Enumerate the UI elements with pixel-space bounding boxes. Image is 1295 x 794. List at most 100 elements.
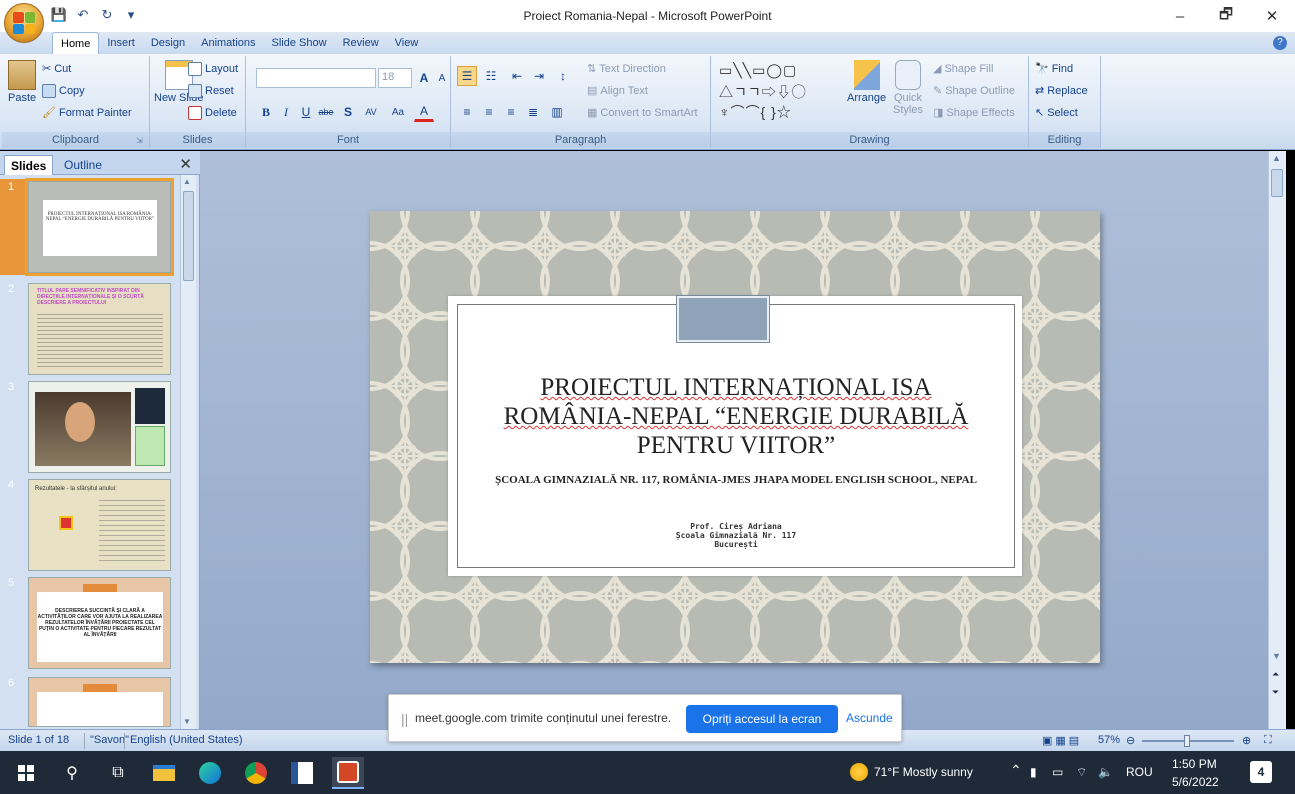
undo-icon[interactable]: ↶ — [74, 6, 92, 24]
start-button[interactable] — [10, 757, 42, 789]
find-button[interactable]: 🔭 Find — [1035, 62, 1073, 76]
word-icon[interactable] — [286, 757, 318, 789]
font-size-combo[interactable]: 18 — [378, 68, 412, 88]
hide-button[interactable]: Ascunde — [846, 711, 893, 725]
convert-smartart-button[interactable]: ▦ Convert to SmartArt — [587, 106, 698, 120]
close-button[interactable]: ✕ — [1249, 0, 1295, 32]
redo-icon[interactable]: ↻ — [98, 6, 116, 24]
slide-subtitle[interactable]: ȘCOALA GIMNAZIALĂ NR. 117, ROMÂNIA-JMES … — [460, 474, 1012, 486]
scroll-down-icon[interactable]: ▼ — [1272, 651, 1281, 661]
paste-button[interactable]: Paste — [8, 60, 36, 104]
scroll-thumb[interactable] — [1271, 169, 1283, 197]
chevron-up-icon[interactable]: ⌃ — [1010, 762, 1022, 779]
scroll-up-icon[interactable]: ▲ — [183, 177, 194, 187]
justify-button[interactable]: ≣ — [523, 102, 543, 122]
previous-slide-icon[interactable]: ⏶ — [1272, 669, 1279, 680]
tab-view[interactable]: View — [387, 32, 427, 54]
language-tray[interactable]: ROU — [1126, 765, 1153, 779]
search-icon[interactable]: ⚲ — [56, 757, 88, 789]
replace-button[interactable]: ⇄ Replace — [1035, 84, 1088, 98]
zoom-slider-thumb[interactable] — [1184, 735, 1190, 747]
close-icon[interactable]: ✕ — [179, 155, 192, 173]
shapes-gallery-row3[interactable]: ♆⌒⌒{ }☆ — [719, 102, 792, 122]
usb-icon[interactable]: ▮ — [1030, 765, 1037, 779]
shapes-gallery-row2[interactable]: △ㄱㄱ⇨⇩◯ — [719, 82, 807, 102]
delete-button[interactable]: Delete — [188, 106, 237, 120]
select-button[interactable]: ↖ Select — [1035, 106, 1078, 120]
office-button[interactable] — [4, 3, 44, 43]
format-painter-button[interactable]: 🖌 Format Painter — [42, 106, 132, 120]
arrange-button[interactable]: Arrange — [847, 60, 886, 104]
scroll-thumb[interactable] — [183, 191, 194, 281]
battery-icon[interactable]: ▭ — [1052, 765, 1063, 779]
tab-outline[interactable]: Outline — [58, 155, 108, 175]
powerpoint-taskbar-icon[interactable] — [332, 757, 364, 789]
bullets-button[interactable]: ☰ — [457, 66, 477, 86]
align-center-button[interactable]: ≡ — [479, 102, 499, 122]
underline-button[interactable]: U — [296, 102, 316, 122]
shrink-font-button[interactable]: A — [432, 68, 452, 88]
shape-fill-button[interactable]: ◢ Shape Fill — [933, 62, 993, 76]
slide-title[interactable]: PROIECTUL INTERNAȚIONAL ISA ROMÂNIA-NEPA… — [460, 373, 1012, 460]
clock-date[interactable]: 5/6/2022 — [1172, 775, 1219, 789]
tab-home[interactable]: Home — [52, 32, 100, 54]
font-color-button[interactable]: A — [414, 102, 434, 122]
shapes-gallery[interactable]: ▭╲╲▭◯▢ — [719, 62, 797, 79]
maximize-button[interactable]: 🗗 — [1203, 0, 1249, 32]
speaker-icon[interactable]: 🔈 — [1098, 765, 1113, 779]
align-left-button[interactable]: ≡ — [457, 102, 477, 122]
language-indicator[interactable]: English (United States) — [130, 734, 243, 746]
chrome-icon[interactable] — [240, 757, 272, 789]
shape-effects-button[interactable]: ◨ Shape Effects — [933, 106, 1015, 120]
notification-icon[interactable]: 4 — [1250, 761, 1272, 783]
slide-author[interactable]: Prof. Cireș Adriana Școala Gimnazială Nr… — [460, 522, 1012, 549]
zoom-in-icon[interactable]: ⊕ — [1242, 734, 1251, 747]
increase-indent-button[interactable]: ⇥ — [529, 66, 549, 86]
copy-button[interactable]: Copy — [42, 84, 85, 98]
align-text-button[interactable]: ▤ Align Text — [587, 84, 648, 98]
pane-scrollbar[interactable]: ▲ ▼ — [180, 175, 196, 729]
char-spacing-button[interactable]: AV — [358, 102, 384, 122]
help-icon[interactable]: ? — [1273, 36, 1287, 50]
save-icon[interactable]: 💾 — [50, 6, 68, 24]
font-name-combo[interactable] — [256, 68, 376, 88]
shadow-button[interactable]: S — [338, 102, 358, 122]
quick-styles-button[interactable]: Quick Styles — [891, 60, 925, 116]
stop-sharing-button[interactable]: Opriți accesul la ecran — [686, 705, 838, 733]
reset-button[interactable]: Reset — [188, 84, 234, 98]
bold-button[interactable]: B — [256, 102, 276, 122]
customize-qat-icon[interactable]: ▾ — [122, 6, 140, 24]
numbering-button[interactable]: ☷ — [481, 66, 501, 86]
edge-icon[interactable] — [194, 757, 226, 789]
weather-text[interactable]: 71°F Mostly sunny — [874, 765, 973, 779]
tab-review[interactable]: Review — [335, 32, 387, 54]
fit-to-window-icon[interactable]: ⛶ — [1264, 734, 1272, 747]
main-scrollbar[interactable]: ▲ ▼ ⏶ ⏷ — [1268, 151, 1286, 729]
drag-handle-icon[interactable]: || — [401, 711, 408, 727]
tab-animations[interactable]: Animations — [193, 32, 263, 54]
change-case-button[interactable]: Aa — [386, 102, 410, 122]
italic-button[interactable]: I — [276, 102, 296, 122]
dialog-launcher-icon[interactable]: ⇲ — [136, 136, 146, 146]
next-slide-icon[interactable]: ⏷ — [1272, 687, 1279, 698]
file-explorer-icon[interactable] — [148, 757, 180, 789]
tab-design[interactable]: Design — [143, 32, 193, 54]
tab-slide-show[interactable]: Slide Show — [264, 32, 335, 54]
clock-time[interactable]: 1:50 PM — [1172, 757, 1217, 771]
scroll-up-icon[interactable]: ▲ — [1272, 153, 1281, 163]
layout-button[interactable]: Layout — [188, 62, 238, 76]
grow-font-button[interactable]: A — [414, 68, 434, 88]
shape-outline-button[interactable]: ✎ Shape Outline — [933, 84, 1015, 98]
minimize-button[interactable]: – — [1157, 0, 1203, 32]
wifi-icon[interactable]: ⌔ — [1076, 765, 1087, 780]
columns-button[interactable]: ▥ — [547, 102, 567, 122]
text-direction-button[interactable]: ⇅ Text Direction — [587, 62, 666, 76]
zoom-level[interactable]: 57% — [1098, 734, 1120, 746]
line-spacing-button[interactable]: ↕ — [553, 66, 573, 86]
task-view-icon[interactable]: ⧉ — [102, 757, 134, 789]
strikethrough-button[interactable]: abe — [316, 102, 336, 122]
cut-button[interactable]: ✂ Cut — [42, 62, 71, 76]
tab-insert[interactable]: Insert — [99, 32, 143, 54]
view-buttons-icon[interactable]: ▣▦▤ — [1042, 734, 1082, 747]
align-right-button[interactable]: ≡ — [501, 102, 521, 122]
